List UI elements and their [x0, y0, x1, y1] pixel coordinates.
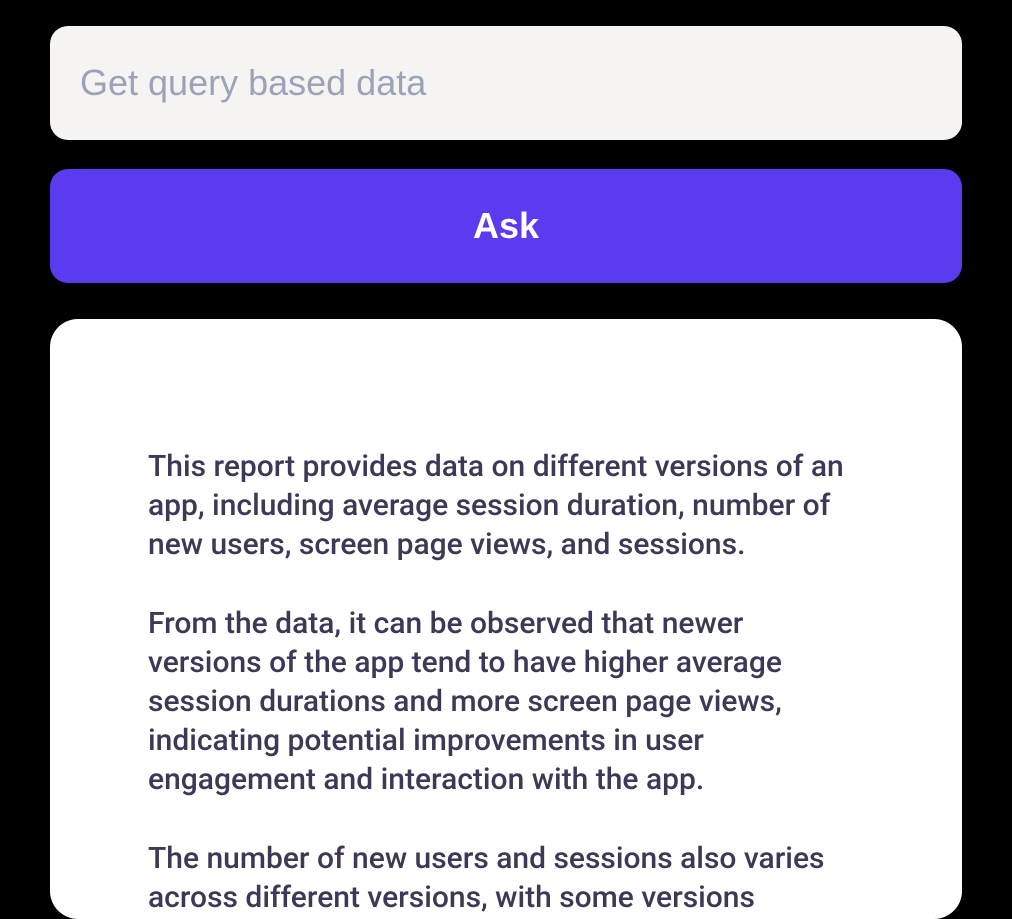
ask-button[interactable]: Ask [50, 169, 962, 283]
report-paragraph: This report provides data on different v… [148, 447, 864, 564]
query-input[interactable] [50, 26, 962, 140]
report-paragraph: From the data, it can be observed that n… [148, 604, 864, 799]
report-card: This report provides data on different v… [50, 319, 962, 919]
report-paragraph: The number of new users and sessions als… [148, 839, 864, 917]
